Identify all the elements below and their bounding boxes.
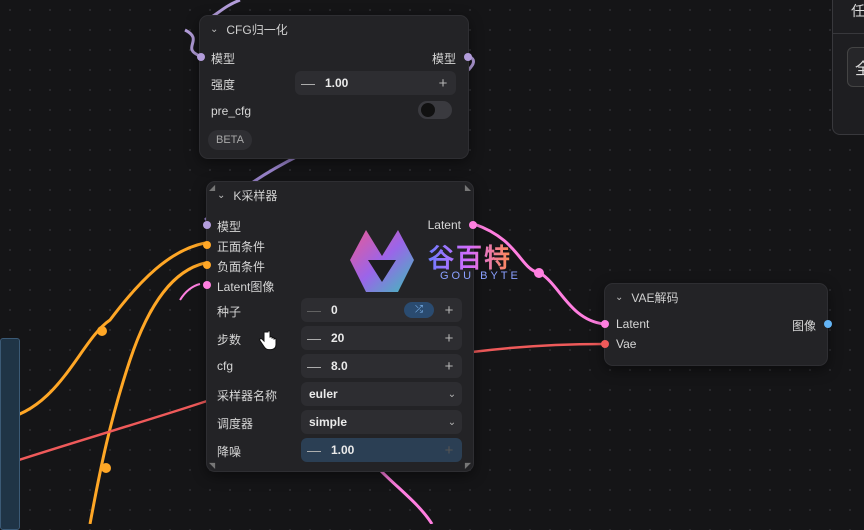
- decrement-button[interactable]: —: [297, 75, 319, 91]
- wire-negative: [88, 261, 206, 524]
- steps-label: 步数: [217, 333, 242, 347]
- cfg-value: 8.0: [331, 359, 348, 373]
- wire-reroute-dot: [534, 268, 544, 278]
- seed-stepper[interactable]: — 0 +: [301, 298, 462, 322]
- cfg-stepper[interactable]: — 8.0 +: [301, 354, 462, 378]
- node-header[interactable]: ⌄ VAE解码: [605, 284, 827, 310]
- output-slot-model[interactable]: [464, 53, 472, 61]
- watermark-logo-icon: [350, 230, 414, 292]
- wire-model-in-cfg: [184, 28, 201, 58]
- increment-button[interactable]: +: [438, 302, 460, 319]
- decrement-button[interactable]: —: [303, 302, 325, 318]
- input-slot-latent[interactable]: [601, 320, 609, 328]
- side-panel[interactable]: 任 全: [832, 0, 864, 135]
- increment-button[interactable]: +: [432, 75, 454, 92]
- input-label-negative: 负面条件: [217, 260, 266, 274]
- decrement-button[interactable]: —: [303, 442, 325, 458]
- input-slot-negative[interactable]: [203, 261, 211, 269]
- input-slot-model[interactable]: [203, 221, 211, 229]
- input-label-model: 模型: [211, 52, 236, 66]
- input-label-vae: Vae: [616, 337, 637, 351]
- chevron-down-icon: ⌄: [447, 388, 457, 400]
- cfg-label: cfg: [217, 359, 234, 373]
- seed-label: 种子: [217, 305, 242, 319]
- scheduler-value: simple: [309, 415, 348, 429]
- pre-cfg-label: pre_cfg: [211, 104, 252, 118]
- pre-cfg-toggle[interactable]: [418, 101, 452, 119]
- input-slot-positive[interactable]: [203, 241, 211, 249]
- output-label-image: 图像: [791, 319, 816, 333]
- node-cfg-normalize[interactable]: ⌄ CFG归一化 模型 模型 强度 — 1.00 + pre_cfg BETA: [197, 15, 472, 159]
- side-panel-button-label: 全: [855, 61, 864, 78]
- denoise-stepper[interactable]: — 1.00 +: [301, 438, 462, 462]
- node-vae-decode[interactable]: ⌄ VAE解码 Latent 图像 Vae: [601, 283, 832, 366]
- node-ksampler[interactable]: ◢ ◣ ⌄ K采样器 模型 Latent 正面条件 负面条件 Latent图像 …: [203, 181, 477, 472]
- resize-handle-icon[interactable]: ◥: [209, 461, 215, 470]
- chevron-down-icon: ⌄: [447, 416, 457, 428]
- strength-stepper[interactable]: — 1.00 +: [295, 71, 456, 95]
- increment-button[interactable]: +: [438, 358, 460, 375]
- wire-latent-bottom: [378, 468, 434, 524]
- node-title: K采样器: [233, 188, 278, 203]
- hand-cursor-icon: [259, 330, 277, 351]
- sampler-label: 采样器名称: [217, 389, 278, 403]
- input-label-model: 模型: [217, 220, 242, 234]
- offscreen-node[interactable]: [0, 338, 20, 530]
- decrement-button[interactable]: —: [303, 358, 325, 374]
- input-slot-latent-image[interactable]: [203, 281, 211, 289]
- node-title: CFG归一化: [226, 22, 288, 37]
- wire-reroute-dot: [101, 463, 111, 473]
- output-slot-image[interactable]: [824, 320, 832, 328]
- scheduler-label: 调度器: [217, 417, 254, 431]
- output-label-latent: Latent: [427, 218, 461, 232]
- increment-button[interactable]: +: [438, 442, 460, 459]
- wire-reroute-dot: [97, 326, 107, 336]
- sampler-select[interactable]: euler ⌄: [301, 382, 462, 406]
- toggle-knob: [421, 103, 435, 117]
- sampler-value: euler: [309, 387, 338, 401]
- divider: [833, 33, 864, 34]
- beta-badge: BETA: [208, 130, 252, 150]
- input-slot-model[interactable]: [197, 53, 205, 61]
- input-label-latent-image: Latent图像: [217, 280, 275, 294]
- denoise-label: 降噪: [217, 445, 242, 459]
- resize-handle-icon[interactable]: ◢: [209, 183, 215, 192]
- decrement-button[interactable]: —: [303, 330, 325, 346]
- chevron-down-icon[interactable]: ⌄: [217, 190, 225, 201]
- node-title: VAE解码: [631, 290, 679, 305]
- denoise-value: 1.00: [331, 443, 355, 457]
- wire-latent-in: [179, 283, 201, 301]
- resize-handle-icon[interactable]: ◣: [465, 183, 471, 192]
- input-label-positive: 正面条件: [217, 240, 266, 254]
- watermark-subtext: GOU BYTE: [440, 270, 521, 282]
- steps-value: 20: [331, 331, 345, 345]
- node-header[interactable]: ⌄ K采样器: [207, 182, 473, 208]
- wire-vae-right: [471, 342, 605, 354]
- scheduler-select[interactable]: simple ⌄: [301, 410, 462, 434]
- shuffle-icon[interactable]: ⤮: [404, 302, 434, 318]
- increment-button[interactable]: +: [438, 330, 460, 347]
- input-slot-vae[interactable]: [601, 340, 609, 348]
- input-label-latent: Latent: [616, 317, 650, 331]
- output-slot-latent[interactable]: [469, 221, 477, 229]
- steps-stepper[interactable]: — 20 +: [301, 326, 462, 350]
- resize-handle-icon[interactable]: ◤: [465, 461, 471, 470]
- strength-value: 1.00: [325, 76, 349, 90]
- chevron-down-icon[interactable]: ⌄: [615, 292, 623, 303]
- side-panel-glyph: 任: [851, 3, 864, 19]
- node-header[interactable]: ⌄ CFG归一化: [200, 16, 468, 42]
- strength-label: 强度: [211, 78, 236, 92]
- output-label-model: 模型: [431, 52, 456, 66]
- chevron-down-icon[interactable]: ⌄: [210, 24, 218, 35]
